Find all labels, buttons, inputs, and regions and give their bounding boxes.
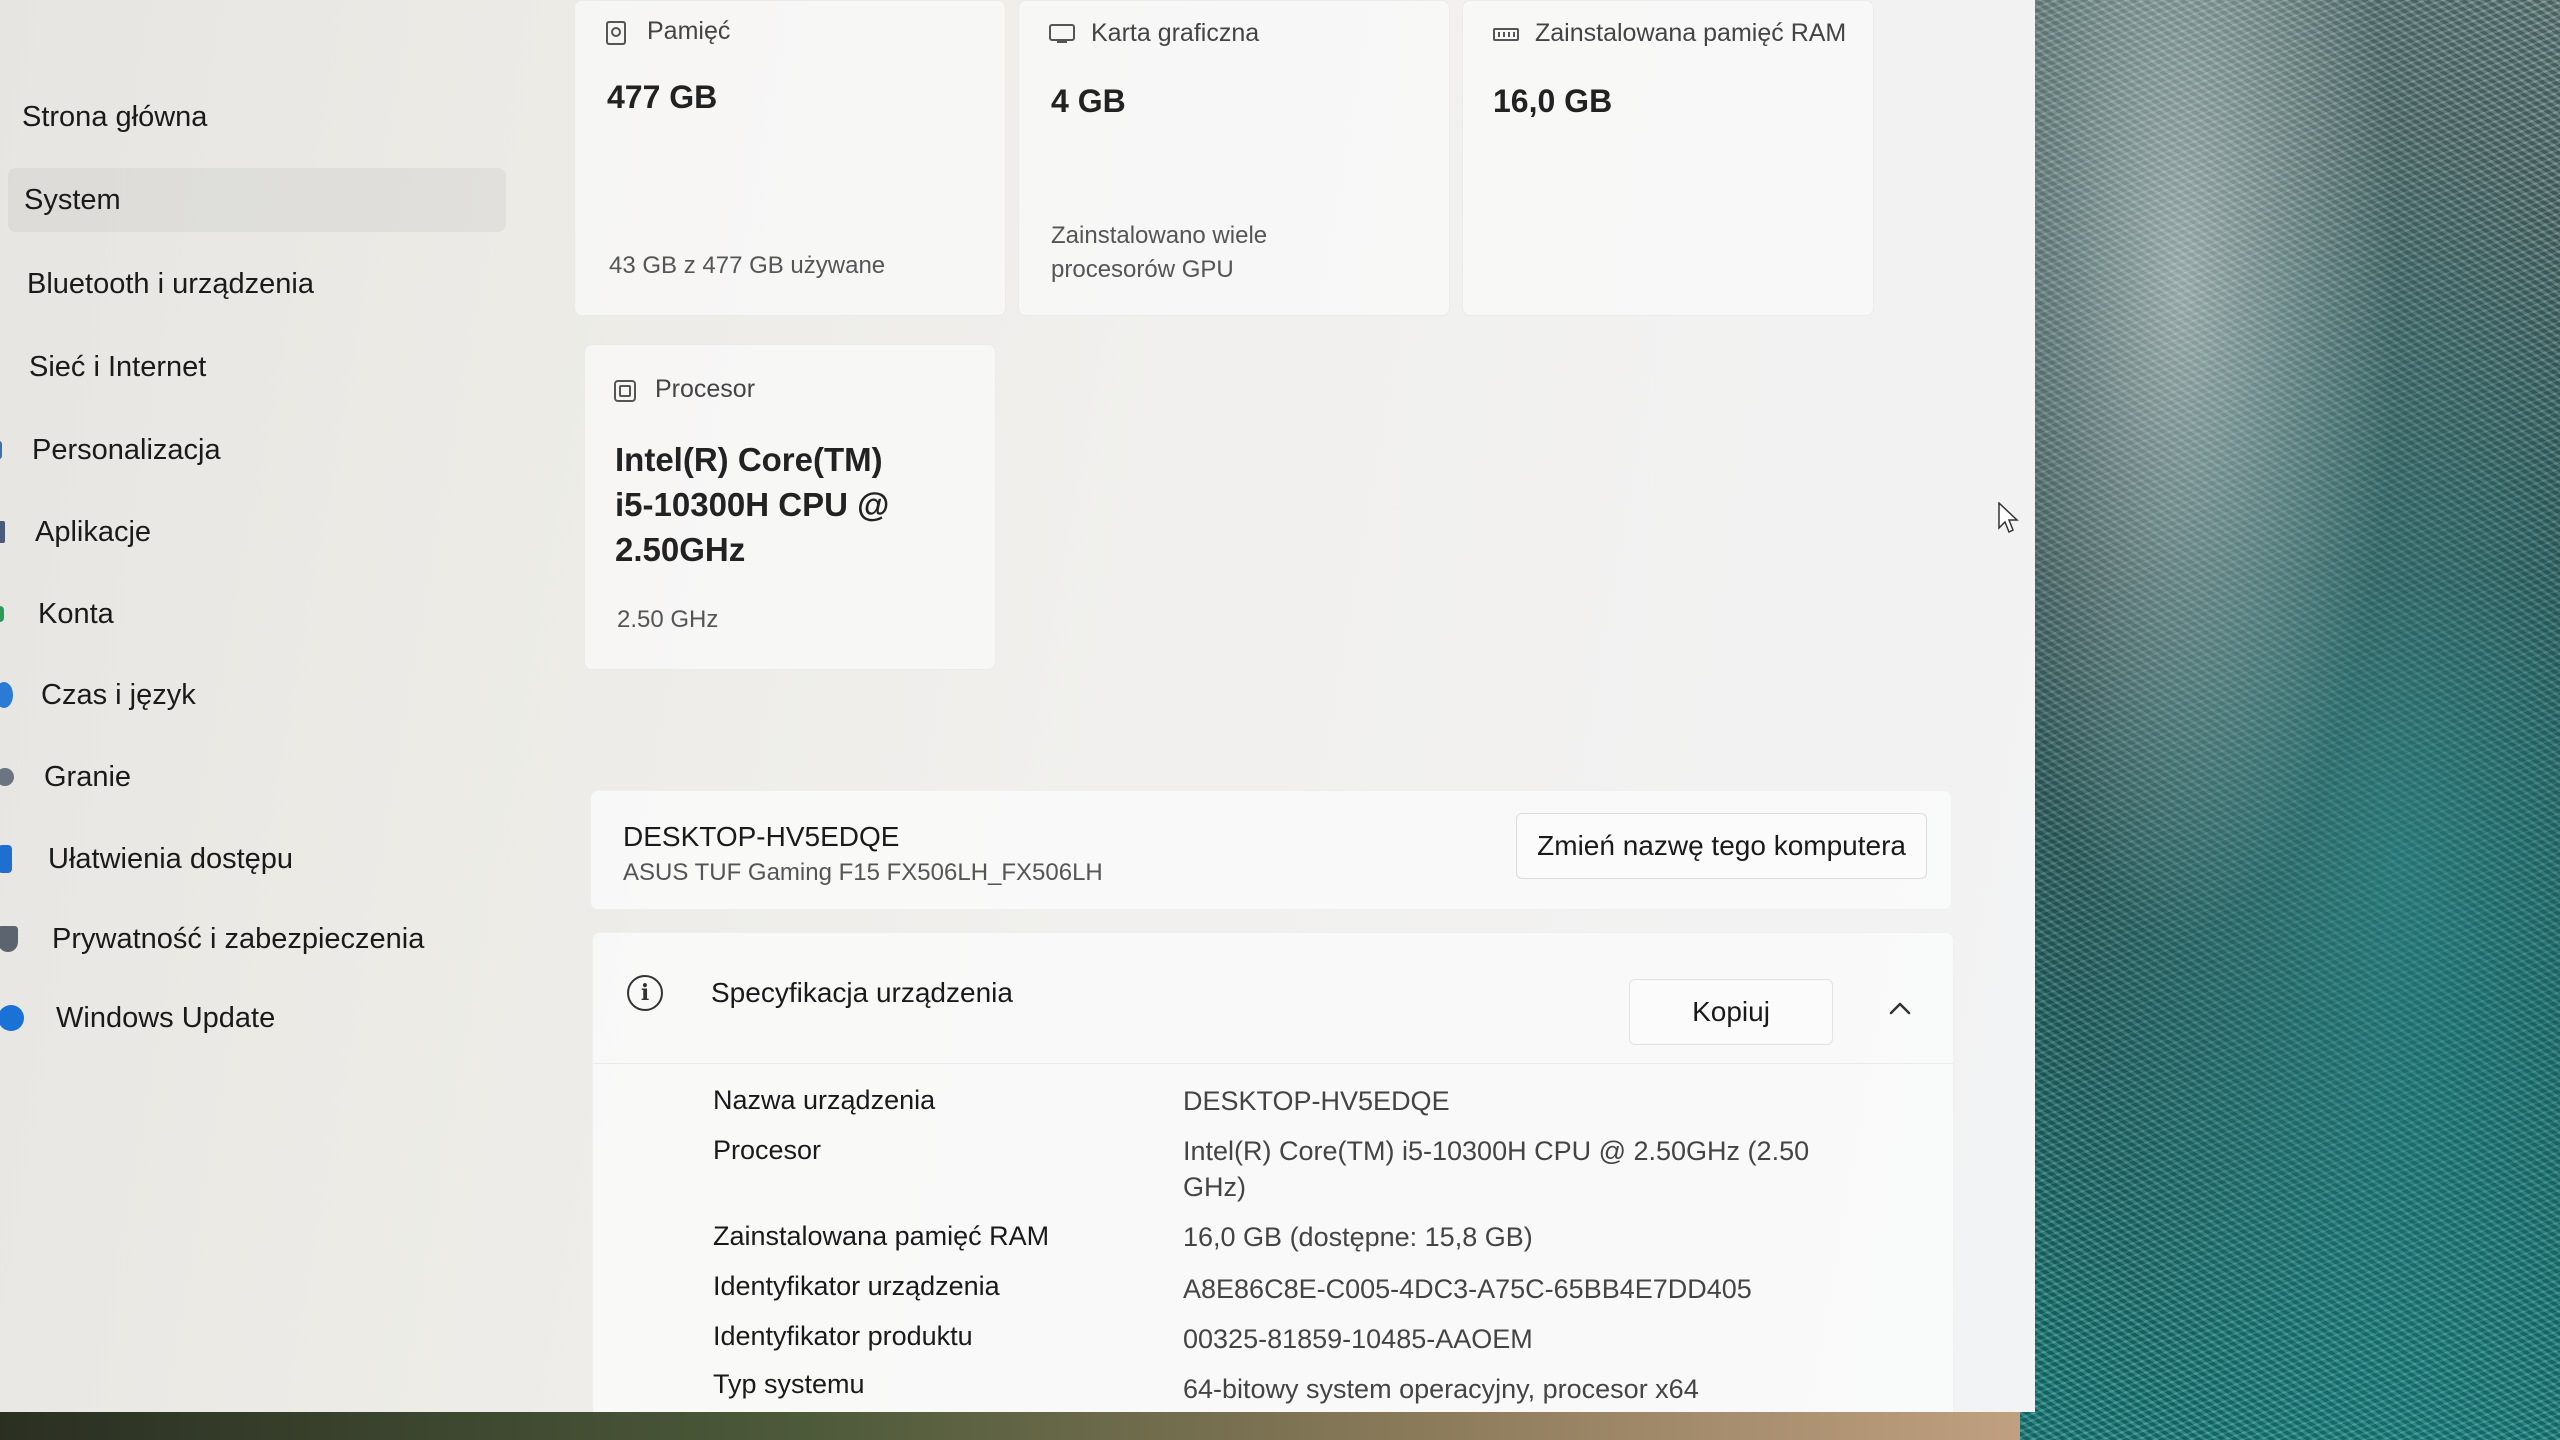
storage-usage-text: 43 GB z 477 GB używane — [609, 252, 886, 279]
chevron-up-icon[interactable] — [1883, 991, 1917, 1025]
spec-label-system-type: Typ systemu — [713, 1369, 865, 1399]
sidebar-item-label: Konta — [38, 597, 114, 630]
sidebar-item-label: Granie — [44, 760, 132, 793]
sidebar-item-bluetooth[interactable]: Bluetooth i urządzenia — [27, 252, 507, 316]
brush-icon — [0, 441, 2, 459]
device-name-section: DESKTOP-HV5EDQE ASUS TUF Gaming F15 FX50… — [590, 790, 1952, 910]
gpu-memory-value: 4 GB — [1051, 83, 1126, 119]
cpu-card-label: Procesor — [655, 375, 756, 403]
spec-label-product-id: Identyfikator produktu — [713, 1321, 973, 1351]
cpu-name-value: Intel(R) Core(TM) i5-10300H CPU @ 2.50GH… — [615, 441, 890, 568]
storage-total-value: 477 GB — [607, 79, 718, 115]
person-icon — [0, 606, 4, 622]
sidebar-item-system[interactable]: System — [8, 168, 506, 232]
sidebar-item-label: Ułatwienia dostępu — [48, 842, 294, 875]
storage-card[interactable]: Pamięć 477 GB 43 GB z 477 GB używane — [574, 0, 1006, 316]
sidebar-item-label: Czas i język — [41, 678, 196, 711]
spec-label-ram: Zainstalowana pamięć RAM — [713, 1221, 1050, 1251]
sidebar-item-home[interactable]: Strona główna — [22, 85, 502, 149]
spec-value-processor: Intel(R) Core(TM) i5-10300H CPU @ 2.50GH… — [1183, 1136, 1810, 1202]
sidebar-item-privacy[interactable]: Prywatność i zabezpieczenia — [0, 907, 532, 971]
mouse-cursor-icon — [1998, 501, 2020, 534]
spec-value-system-type: 64-bitowy system operacyjny, procesor x6… — [1183, 1374, 1699, 1404]
accessibility-icon — [0, 845, 12, 873]
globe-clock-icon — [0, 682, 13, 708]
display-icon — [1049, 23, 1075, 45]
chip-icon — [613, 379, 636, 402]
spec-label-device-id: Identyfikator urządzenia — [713, 1271, 1000, 1301]
sidebar-item-label: Aplikacje — [35, 515, 152, 548]
storage-card-header: Pamięć — [605, 17, 730, 46]
sidebar-item-label: Personalizacja — [32, 433, 221, 466]
spec-label-processor: Procesor — [713, 1135, 822, 1165]
ram-card-label: Zainstalowana pamięć RAM — [1535, 19, 1847, 47]
settings-window: Strona główna System Bluetooth i urządze… — [0, 0, 2035, 1412]
spec-value-product-id: 00325-81859-10485-AAOEM — [1183, 1324, 1533, 1354]
ram-card-header: Zainstalowana pamięć RAM — [1493, 19, 1846, 48]
info-icon: i — [627, 975, 663, 1011]
update-icon — [0, 1005, 24, 1031]
copy-button[interactable]: Kopiuj — [1629, 979, 1833, 1045]
device-specs-header[interactable]: i Specyfikacja urządzenia Kopiuj — [593, 933, 1953, 1064]
spec-value-device-id: A8E86C8E-C005-4DC3-A75C-65BB4E7DD405 — [1183, 1274, 1752, 1304]
device-specs-title: Specyfikacja urządzenia — [711, 977, 1013, 1008]
sidebar-item-accounts[interactable]: Konta — [0, 582, 518, 646]
sidebar-item-windows-update[interactable]: Windows Update — [0, 986, 536, 1050]
sidebar-item-label: Bluetooth i urządzenia — [27, 267, 314, 300]
sidebar-item-apps[interactable]: Aplikacje — [0, 500, 515, 564]
sidebar-item-gaming[interactable]: Granie — [0, 745, 524, 809]
memory-icon — [1493, 23, 1519, 45]
device-model: ASUS TUF Gaming F15 FX506LH_FX506LH — [623, 859, 1103, 886]
drive-icon — [605, 20, 627, 45]
sidebar-item-accessibility[interactable]: Ułatwienia dostępu — [0, 827, 528, 891]
cpu-card[interactable]: Procesor Intel(R) Core(TM) i5-10300H CPU… — [584, 344, 996, 670]
gamepad-icon — [0, 768, 14, 786]
spec-label-device-name: Nazwa urządzenia — [713, 1085, 936, 1115]
sidebar-item-network[interactable]: Sieć i Internet — [29, 335, 509, 399]
device-specs-panel: i Specyfikacja urządzenia Kopiuj Nazwa u… — [592, 932, 1954, 1412]
sidebar-item-label: System — [24, 183, 121, 216]
gpu-card-header: Karta graficzna — [1049, 19, 1259, 48]
desktop-wallpaper — [2020, 0, 2560, 1440]
ram-card[interactable]: Zainstalowana pamięć RAM 16,0 GB — [1462, 0, 1874, 316]
sidebar-item-label: Sieć i Internet — [29, 350, 207, 383]
ram-value: 16,0 GB — [1493, 83, 1613, 119]
cpu-card-header: Procesor — [613, 375, 755, 404]
cpu-speed-text: 2.50 GHz — [617, 606, 719, 633]
sidebar-item-time-language[interactable]: Czas i język — [0, 663, 521, 727]
storage-card-label: Pamięć — [647, 17, 731, 45]
shield-icon — [0, 926, 18, 952]
device-name: DESKTOP-HV5EDQE — [623, 821, 900, 852]
spec-value-device-name: DESKTOP-HV5EDQE — [1183, 1086, 1450, 1116]
sidebar-nav: Strona główna System Bluetooth i urządze… — [0, 0, 560, 1412]
sidebar-item-label: Strona główna — [22, 100, 208, 133]
sidebar-item-personalization[interactable]: Personalizacja — [0, 418, 512, 482]
gpu-multi-text: Zainstalowano wiele procesorów GPU — [1051, 222, 1268, 283]
rename-pc-button[interactable]: Zmień nazwę tego komputera — [1516, 813, 1927, 879]
sidebar-item-label: Prywatność i zabezpieczenia — [52, 922, 425, 955]
apps-icon — [0, 521, 5, 543]
sidebar-item-label: Windows Update — [56, 1001, 276, 1034]
spec-value-ram: 16,0 GB (dostępne: 15,8 GB) — [1183, 1222, 1533, 1252]
gpu-card-label: Karta graficzna — [1091, 19, 1260, 47]
gpu-card[interactable]: Karta graficzna 4 GB Zainstalowano wiele… — [1018, 0, 1450, 316]
